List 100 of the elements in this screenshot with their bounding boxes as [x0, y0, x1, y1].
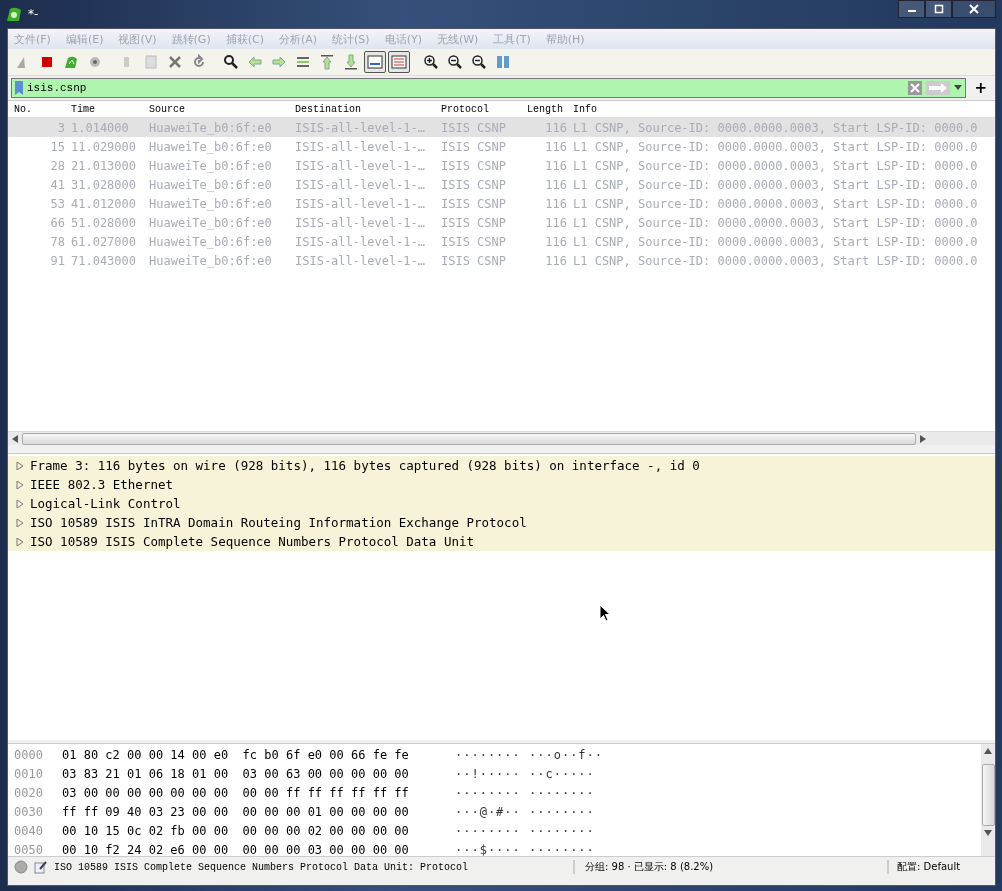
table-cell-text: 78: [49, 234, 66, 249]
colorize-icon: [367, 54, 383, 70]
packet-row[interactable]: 66 51.028000 HuaweiTe_b0:6f:e0 ISIS-all-level-1-… ISIS CSNP 116 L1 CSNP, Source-ID: 0000.0000.0003, Start LSP-ID: 0000.0: [8, 213, 995, 232]
menu-item[interactable]: 无线(W): [436, 31, 479, 47]
status-circle-icon[interactable]: [14, 860, 28, 874]
tree-item[interactable]: ISO 10589 ISIS InTRA Domain Routeing Information Exchange Protocol: [8, 513, 995, 532]
menu-item[interactable]: 文件(F): [14, 31, 51, 47]
table-cell-text: HuaweiTe_b0:6f:e0: [148, 196, 273, 211]
menu-item[interactable]: 电话(Y): [384, 31, 422, 47]
menu-item[interactable]: 统计(S): [332, 31, 370, 47]
zoom-out-icon: [447, 54, 463, 70]
hex-bytes-text: 00 10 f2 24 02 e6 00 00 00 00 00 03 00 00 00 00: [62, 842, 410, 857]
table-cell-text: ISIS-all-level-1-…: [294, 120, 427, 135]
ascii-text: ···@·#·· ········: [455, 804, 595, 819]
table-cell-text: 116: [544, 196, 568, 211]
packet-row[interactable]: 28 21.013000 HuaweiTe_b0:6f:e0 ISIS-all-level-1-… ISIS CSNP 116 L1 CSNP, Source-ID: 0000.0000.0003, Start LSP-ID: 0000.0: [8, 156, 995, 175]
table-cell-text: ISIS CSNP: [440, 215, 508, 230]
menu-item[interactable]: 捕获(C): [225, 31, 264, 47]
edit-icon[interactable]: [34, 860, 48, 874]
column-header[interactable]: Length: [524, 103, 570, 115]
packet-row[interactable]: 78 61.027000 HuaweiTe_b0:6f:e0 ISIS-all-level-1-… ISIS CSNP 116 L1 CSNP, Source-ID: 0000.0000.0003, Start LSP-ID: 0000.0: [8, 232, 995, 251]
minimize-button[interactable]: [898, 0, 925, 18]
tree-item[interactable]: Frame 3: 116 bytes on wire (928 bits), 116 bytes captured (928 bits) on interface -, id 0: [8, 456, 995, 475]
table-cell-text: 11.029000: [70, 139, 138, 154]
offset-text: 0010: [13, 766, 44, 781]
zoom-normal-icon: [471, 54, 487, 70]
expander-icon[interactable]: [16, 480, 24, 489]
expander-icon[interactable]: [16, 537, 24, 546]
maximize-button[interactable]: [925, 0, 952, 18]
menu-item[interactable]: 编辑(E): [65, 31, 104, 47]
top-arrow-icon: [319, 54, 335, 70]
hex-bytes-text: 03 83 21 01 06 18 01 00 03 00 63 00 00 00 00 00: [62, 766, 410, 781]
scroll-up-icon[interactable]: [984, 748, 992, 754]
table-cell-text: HuaweiTe_b0:6f:e0: [148, 234, 273, 249]
close-button[interactable]: [952, 0, 996, 18]
hex-bytes-text: ff ff 09 40 03 23 00 00 00 00 00 01 00 00 00 00: [62, 804, 410, 819]
bookmark-icon[interactable]: [15, 81, 23, 95]
menu-item[interactable]: 跳转(G): [171, 31, 211, 47]
table-cell-text: 41: [49, 177, 66, 192]
tree-item[interactable]: Logical-Link Control: [8, 494, 995, 513]
table-cell-text: ISIS-all-level-1-…: [294, 196, 427, 211]
scroll-left-icon[interactable]: [12, 434, 18, 443]
tree-item-label: IEEE 802.3 Ethernet: [30, 477, 173, 492]
table-cell-text: 91: [49, 253, 66, 268]
menu-item[interactable]: 工具(T): [493, 31, 531, 47]
jump-icon: [295, 54, 311, 70]
resize-columns-icon: [495, 54, 511, 70]
close-icon: [969, 4, 979, 14]
column-header[interactable]: Info: [570, 103, 1002, 115]
table-cell-text: L1 CSNP, Source-ID: 0000.0000.0003, Start LSP-ID: 0000.0: [572, 139, 979, 154]
scroll-right-icon[interactable]: [920, 434, 926, 443]
scroll-down-icon[interactable]: [984, 830, 992, 836]
table-cell-text: 21.013000: [70, 158, 138, 173]
table-cell-text: 15: [49, 139, 66, 154]
column-header[interactable]: Source: [146, 103, 292, 115]
toolbar-button[interactable]: [388, 51, 410, 73]
table-cell-text: L1 CSNP, Source-ID: 0000.0000.0003, Start LSP-ID: 0000.0: [572, 253, 979, 268]
table-cell-text: HuaweiTe_b0:6f:e0: [148, 120, 273, 135]
packet-row[interactable]: 15 11.029000 HuaweiTe_b0:6f:e0 ISIS-all-level-1-… ISIS CSNP 116 L1 CSNP, Source-ID: 0000.0000.0003, Start LSP-ID: 0000.0: [8, 137, 995, 156]
vertical-scrollbar[interactable]: [981, 744, 995, 856]
column-header[interactable]: Protocol: [438, 103, 524, 115]
table-cell-text: HuaweiTe_b0:6f:e0: [148, 215, 273, 230]
menu-item[interactable]: 帮助(H): [545, 31, 585, 47]
hex-bytes-text: 03 00 00 00 00 00 00 00 00 00 ff ff ff ff ff ff: [62, 785, 410, 800]
packet-row[interactable]: 3 1.014000 HuaweiTe_b0:6f:e0 ISIS-all-level-1-… ISIS CSNP 116 L1 CSNP, Source-ID: 0000.0000.0003, Start LSP-ID: 0000.0: [8, 118, 995, 137]
ascii-text: ········ ···o··f··: [455, 747, 604, 762]
add-filter-button[interactable]: +: [972, 79, 989, 97]
tree-item[interactable]: ISO 10589 ISIS Complete Sequence Numbers Protocol Data Unit: [8, 532, 995, 551]
packet-row[interactable]: 91 71.043000 HuaweiTe_b0:6f:e0 ISIS-all-level-1-… ISIS CSNP 116 L1 CSNP, Source-ID: 0000.0000.0003, Start LSP-ID: 0000.0: [8, 251, 995, 270]
horizontal-scrollbar[interactable]: [8, 431, 995, 445]
table-cell-text: 1.014000: [70, 120, 130, 135]
toolbar-button[interactable]: [364, 51, 386, 73]
clear-icon[interactable]: [908, 81, 923, 95]
packet-count: 分组: 98 · 已显示: 8 (8.2%): [573, 860, 881, 874]
column-header[interactable]: No.: [11, 103, 68, 115]
app-icon: [6, 6, 22, 22]
tree-item[interactable]: IEEE 802.3 Ethernet: [8, 475, 995, 494]
display-filter-field[interactable]: isis.csnp: [11, 78, 967, 98]
expander-icon[interactable]: [16, 461, 24, 470]
hex-bytes-text: 00 10 15 0c 02 fb 00 00 00 00 00 02 00 00 00 00: [62, 823, 410, 838]
table-cell-text: HuaweiTe_b0:6f:e0: [148, 139, 273, 154]
profile-label[interactable]: 配置: Default: [887, 860, 995, 874]
status-message: ISO 10589 ISIS Complete Sequence Numbers Protocol Data Unit: Protocol: [54, 861, 470, 873]
menu-item[interactable]: 分析(A): [278, 31, 318, 47]
packet-row[interactable]: 41 31.028000 HuaweiTe_b0:6f:e0 ISIS-all-level-1-… ISIS CSNP 116 L1 CSNP, Source-ID: 0000.0000.0003, Start LSP-ID: 0000.0: [8, 175, 995, 194]
table-cell-text: 116: [544, 234, 568, 249]
column-header[interactable]: Time: [68, 103, 146, 115]
column-header[interactable]: Destination: [292, 103, 438, 115]
zoom-in-icon: [423, 54, 439, 70]
table-cell-text: ISIS CSNP: [440, 234, 508, 249]
expander-icon[interactable]: [16, 518, 24, 527]
table-cell-text: ISIS-all-level-1-…: [294, 177, 427, 192]
table-cell-text: L1 CSNP, Source-ID: 0000.0000.0003, Start LSP-ID: 0000.0: [572, 234, 979, 249]
table-cell-text: L1 CSNP, Source-ID: 0000.0000.0003, Start LSP-ID: 0000.0: [572, 120, 979, 135]
table-cell-text: 116: [544, 253, 568, 268]
dropdown-caret-icon[interactable]: [954, 85, 963, 91]
menu-item[interactable]: 视图(V): [118, 31, 157, 47]
packet-row[interactable]: 53 41.012000 HuaweiTe_b0:6f:e0 ISIS-all-level-1-… ISIS CSNP 116 L1 CSNP, Source-ID: 0000.0000.0003, Start LSP-ID: 0000.0: [8, 194, 995, 213]
expander-icon[interactable]: [16, 499, 24, 508]
list-icon: [391, 54, 407, 70]
